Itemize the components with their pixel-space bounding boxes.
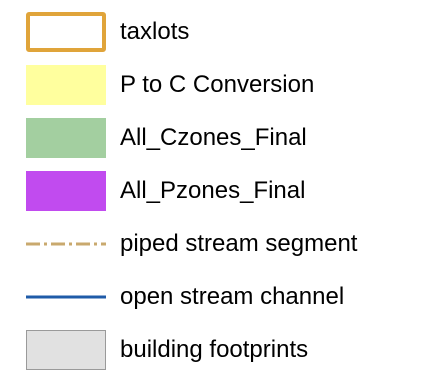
legend-label-open-stream-channel: open stream channel	[120, 283, 345, 310]
legend-label-p-to-c-conversion: P to C Conversion	[120, 71, 315, 98]
piped-stream-segment-line-icon	[26, 242, 106, 246]
legend-item-piped-stream-segment: piped stream segment	[0, 224, 428, 264]
all-pzones-final-swatch	[26, 171, 106, 211]
legend-item-open-stream-channel: open stream channel	[0, 277, 428, 317]
taxlots-swatch	[26, 12, 106, 52]
building-footprints-swatch	[26, 330, 106, 370]
legend-item-p-to-c-conversion: P to C Conversion	[0, 65, 428, 105]
legend-label-piped-stream-segment: piped stream segment	[120, 230, 358, 257]
legend-item-all-czones-final: All_Czones_Final	[0, 118, 428, 158]
legend-label-all-pzones-final: All_Pzones_Final	[120, 177, 306, 204]
p-to-c-conversion-swatch	[26, 65, 106, 105]
legend-label-taxlots: taxlots	[120, 18, 190, 45]
legend-item-taxlots: taxlots	[0, 12, 428, 52]
legend-item-building-footprints: building footprints	[0, 330, 428, 370]
legend-label-building-footprints: building footprints	[120, 336, 309, 363]
all-czones-final-swatch	[26, 118, 106, 158]
open-stream-channel-line-icon	[26, 295, 106, 299]
legend-label-all-czones-final: All_Czones_Final	[120, 124, 307, 151]
map-legend: taxlots P to C Conversion All_Czones_Fin…	[0, 0, 428, 374]
legend-item-all-pzones-final: All_Pzones_Final	[0, 171, 428, 211]
